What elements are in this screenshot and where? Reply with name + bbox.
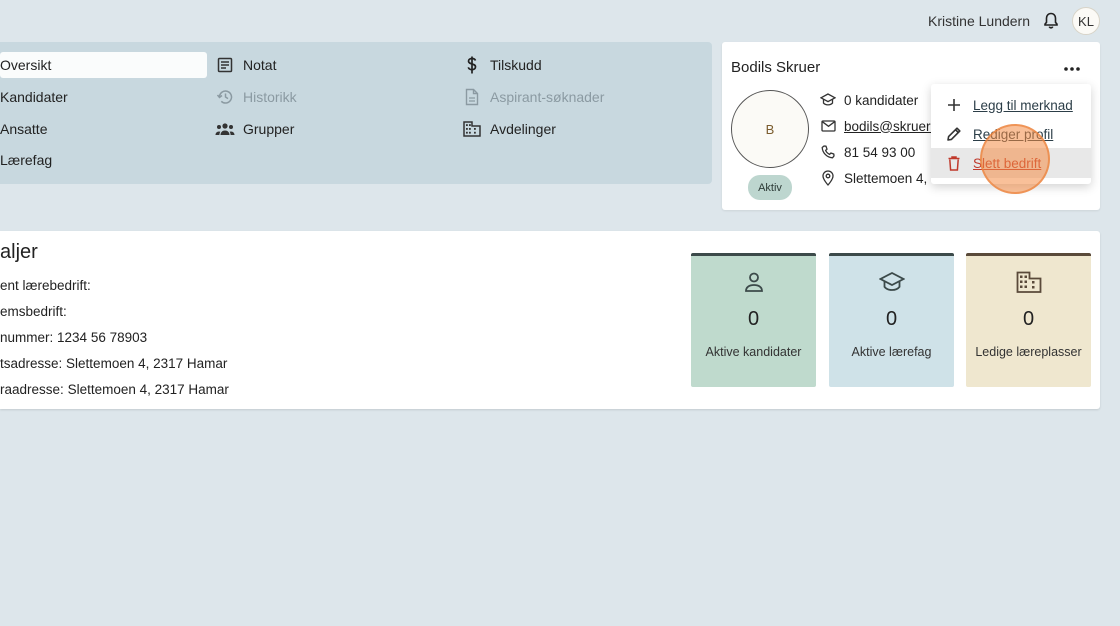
nav-item-label: Historikk (243, 89, 297, 105)
company-logo: B (731, 90, 809, 168)
detail-line: tsadresse: Slettemoen 4, 2317 Hamar (0, 356, 227, 371)
nav-item-aspirant-soknader[interactable]: Aspirant-søknader (462, 84, 692, 110)
add-note-menu-item[interactable]: Legg til merknad (931, 90, 1091, 120)
detail-key: nummer: (0, 330, 54, 345)
company-name: Bodils Skruer (731, 59, 821, 76)
stat-value: 0 (1022, 308, 1035, 330)
detail-key: ent lærebedrift: (0, 278, 91, 293)
detail-line: ent lærebedrift: (0, 278, 91, 293)
candidates-count: 0 kandidater (820, 90, 918, 110)
history-icon (215, 87, 235, 107)
nav-item-kandidater[interactable]: Kandidater (0, 84, 200, 110)
stat-active-subjects[interactable]: 0 Aktive lærefag (829, 253, 954, 387)
edit-profile-menu-item[interactable]: Rediger profil (931, 119, 1091, 149)
nav-item-tilskudd[interactable]: Tilskudd (462, 52, 692, 78)
more-horizontal-icon (1064, 58, 1080, 76)
detail-value: Slettemoen 4, 2317 Hamar (66, 356, 228, 371)
delete-company-menu-item[interactable]: Slett bedrift (931, 148, 1091, 178)
candidates-text: 0 kandidater (844, 92, 919, 108)
nav-item-label: Avdelinger (490, 121, 556, 137)
company-actions-menu: Legg til merknad Rediger profil Slett be… (931, 84, 1091, 184)
nav-item-ansatte[interactable]: Ansatte (0, 116, 200, 142)
user-name[interactable]: Kristine Lundern (928, 13, 1030, 29)
stat-label: Aktive kandidater (705, 345, 802, 359)
detail-value: 1234 56 78903 (57, 330, 148, 345)
menu-item-label: Legg til merknad (973, 97, 1073, 113)
address-text: Slettemoen 4, (844, 170, 928, 186)
details-card: aljer ent lærebedrift: emsbedrift: numme… (0, 231, 1100, 409)
phone-text: 81 54 93 00 (844, 144, 916, 160)
document-icon (462, 87, 482, 107)
avatar[interactable]: KL (1072, 7, 1100, 35)
graduation-cap-icon (820, 92, 836, 108)
stat-value: 0 (747, 308, 760, 330)
building-icon (1015, 268, 1043, 296)
nav-item-grupper[interactable]: Grupper (215, 116, 435, 142)
detail-line: nummer: 1234 56 78903 (0, 330, 147, 345)
nav-item-label: Notat (243, 57, 277, 73)
mail-icon (820, 118, 836, 134)
nav-item-label: Kandidater (0, 89, 68, 105)
nav-item-laerefag[interactable]: Lærefag (0, 147, 200, 173)
stat-active-candidates[interactable]: 0 Aktive kandidater (691, 253, 816, 387)
details-title: aljer (0, 241, 38, 263)
building-icon (462, 119, 482, 139)
email-link[interactable]: bodils@skruer. (844, 119, 934, 134)
dollar-icon (462, 55, 482, 75)
groups-icon (215, 119, 235, 139)
email-row: bodils@skruer. (820, 116, 934, 136)
detail-key: emsbedrift: (0, 304, 67, 319)
nav-item-label: Oversikt (0, 57, 52, 73)
top-bar: Kristine Lundern KL (928, 6, 1100, 36)
phone-icon (820, 144, 836, 160)
detail-value: Slettemoen 4, 2317 Hamar (67, 382, 229, 397)
stat-vacant-apprenticeships[interactable]: 0 Ledige læreplasser (966, 253, 1091, 387)
nav-item-label: Aspirant-søknader (490, 89, 605, 105)
detail-key: tsadresse: (0, 356, 63, 371)
phone-row: 81 54 93 00 (820, 142, 915, 162)
note-icon (215, 55, 235, 75)
status-badge: Aktiv (748, 175, 792, 200)
graduation-cap-icon (878, 268, 906, 296)
detail-key: raadresse: (0, 382, 64, 397)
bell-icon[interactable] (1040, 10, 1062, 32)
nav-item-label: Tilskudd (490, 57, 542, 73)
nav-item-avdelinger[interactable]: Avdelinger (462, 116, 692, 142)
trash-icon (945, 154, 963, 172)
nav-item-label: Lærefag (0, 152, 53, 168)
person-icon (740, 268, 768, 296)
nav-item-label: Grupper (243, 121, 295, 137)
menu-item-label: Slett bedrift (973, 155, 1042, 171)
pencil-icon (945, 125, 963, 143)
stat-value: 0 (885, 308, 898, 330)
stat-label: Ledige læreplasser (975, 345, 1082, 359)
nav-item-oversikt[interactable]: Oversikt (0, 52, 207, 78)
stat-label: Aktive lærefag (851, 345, 932, 359)
nav-item-notat[interactable]: Notat (215, 52, 435, 78)
address-row: Slettemoen 4, (820, 168, 927, 188)
more-options-button[interactable] (1060, 58, 1084, 76)
nav-panel: Oversikt Kandidater Ansatte Lærefag Nota… (0, 42, 712, 184)
detail-line: raadresse: Slettemoen 4, 2317 Hamar (0, 382, 229, 397)
nav-item-label: Ansatte (0, 121, 48, 137)
nav-item-historikk[interactable]: Historikk (215, 84, 435, 110)
detail-line: emsbedrift: (0, 304, 67, 319)
menu-item-label: Rediger profil (973, 126, 1054, 142)
location-pin-icon (820, 170, 836, 186)
plus-icon (945, 96, 963, 114)
